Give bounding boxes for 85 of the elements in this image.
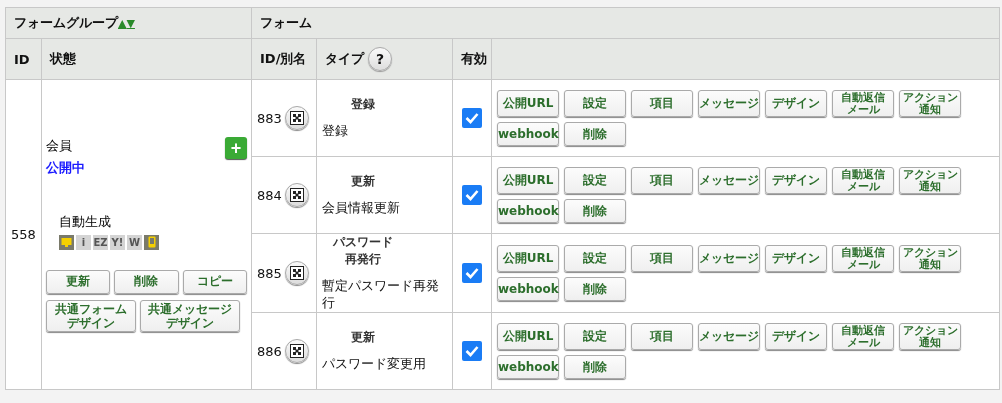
form-type: 更新 [350, 329, 376, 346]
group-id: 558 [11, 227, 36, 242]
qr-code-icon [289, 111, 304, 125]
sort-link[interactable]: ▲▼ [118, 17, 135, 30]
form-action-button[interactable]: 自動返信メール [832, 244, 894, 273]
enabled-checkbox[interactable] [462, 108, 482, 128]
column-header: 有効 [461, 50, 487, 68]
form-action-button[interactable]: 自動返信メール [832, 322, 894, 351]
form-action-button[interactable]: 自動返信メール [832, 89, 894, 118]
form-action-button[interactable]: メッセージ [698, 244, 760, 273]
form-action-button[interactable]: アクション通知 [899, 166, 961, 195]
qr-code-icon [289, 188, 304, 202]
enabled-checkbox[interactable] [462, 341, 482, 361]
column-header: 状態 [50, 50, 76, 68]
design-button[interactable]: 共通メッセージデザイン [140, 299, 240, 333]
form-action-button[interactable]: 設定 [564, 244, 626, 273]
form-action-button[interactable]: 削除 [564, 355, 626, 380]
form-action-button[interactable]: 項目 [631, 166, 693, 195]
form-action-button[interactable]: 自動返信メール [832, 166, 894, 195]
form-action-button[interactable]: メッセージ [698, 166, 760, 195]
form-id: 886 [257, 343, 282, 359]
group-action-button[interactable]: 更新 [46, 269, 111, 294]
auto-generate-label: 自動生成 [59, 212, 111, 231]
form-id: 883 [257, 110, 282, 126]
form-action-button[interactable]: 削除 [564, 199, 626, 224]
column-header: タイプ [325, 49, 364, 68]
qr-code-icon [289, 344, 304, 358]
form-name: 暫定パスワード再発行 [322, 278, 440, 312]
form-action-button[interactable]: デザイン [765, 244, 827, 273]
qr-code-button[interactable] [284, 339, 309, 363]
form-action-button[interactable]: デザイン [765, 166, 827, 195]
form-action-button[interactable]: 項目 [631, 244, 693, 273]
form-action-button[interactable]: 項目 [631, 322, 693, 351]
column-group-title: フォームグループ [14, 14, 118, 32]
qr-code-button[interactable] [284, 183, 309, 207]
form-action-button[interactable]: 設定 [564, 89, 626, 118]
enabled-checkbox[interactable] [462, 263, 482, 283]
form-name: 登録 [322, 123, 349, 140]
form-action-button[interactable]: アクション通知 [899, 89, 961, 118]
phone-icon [147, 236, 156, 249]
add-button[interactable]: + [225, 136, 247, 159]
form-action-button[interactable]: デザイン [765, 322, 827, 351]
form-action-button[interactable]: 設定 [564, 166, 626, 195]
help-icon[interactable]: ? [368, 47, 392, 71]
form-action-button[interactable]: webhook [497, 355, 559, 380]
device-label: i [81, 236, 86, 248]
form-action-button[interactable]: 公開URL [497, 244, 559, 273]
monitor-icon [61, 236, 72, 248]
qr-code-icon [289, 266, 304, 280]
form-action-button[interactable]: 公開URL [497, 89, 559, 118]
enabled-checkbox[interactable] [462, 185, 482, 205]
qr-code-button[interactable] [284, 106, 309, 130]
form-action-button[interactable]: 項目 [631, 89, 693, 118]
form-action-button[interactable]: webhook [497, 122, 559, 147]
form-action-button[interactable]: アクション通知 [899, 322, 961, 351]
column-header: ID/別名 [260, 50, 307, 68]
qr-code-button[interactable] [284, 261, 309, 285]
form-name: 会員情報更新 [322, 200, 401, 217]
group-name: 会員 [46, 136, 73, 155]
form-action-button[interactable]: アクション通知 [899, 244, 961, 273]
form-action-button[interactable]: メッセージ [698, 322, 760, 351]
column-header: ID [14, 51, 30, 67]
form-action-button[interactable]: メッセージ [698, 89, 760, 118]
form-type: 更新 [350, 173, 376, 190]
form-action-button[interactable]: webhook [497, 277, 559, 302]
form-action-button[interactable]: webhook [497, 199, 559, 224]
form-action-button[interactable]: 削除 [564, 277, 626, 302]
form-id: 884 [257, 187, 282, 203]
form-action-button[interactable]: 設定 [564, 322, 626, 351]
form-type: 登録 [350, 96, 376, 113]
status-label: 公開中 [46, 158, 85, 177]
form-action-button[interactable]: 公開URL [497, 166, 559, 195]
device-label: Y! [111, 236, 124, 248]
device-label: EZ [93, 236, 108, 248]
form-action-button[interactable]: 削除 [564, 122, 626, 147]
device-label: W [129, 236, 140, 248]
form-type: パスワード再発行 [332, 234, 394, 268]
group-action-button[interactable]: 削除 [114, 269, 179, 294]
form-id: 885 [257, 265, 282, 281]
column-group-title: フォーム [260, 14, 312, 32]
form-name: パスワード変更用 [322, 356, 427, 373]
design-button[interactable]: 共通フォームデザイン [46, 299, 136, 333]
form-action-button[interactable]: 公開URL [497, 322, 559, 351]
form-action-button[interactable]: デザイン [765, 89, 827, 118]
group-action-button[interactable]: コピー [182, 269, 247, 294]
